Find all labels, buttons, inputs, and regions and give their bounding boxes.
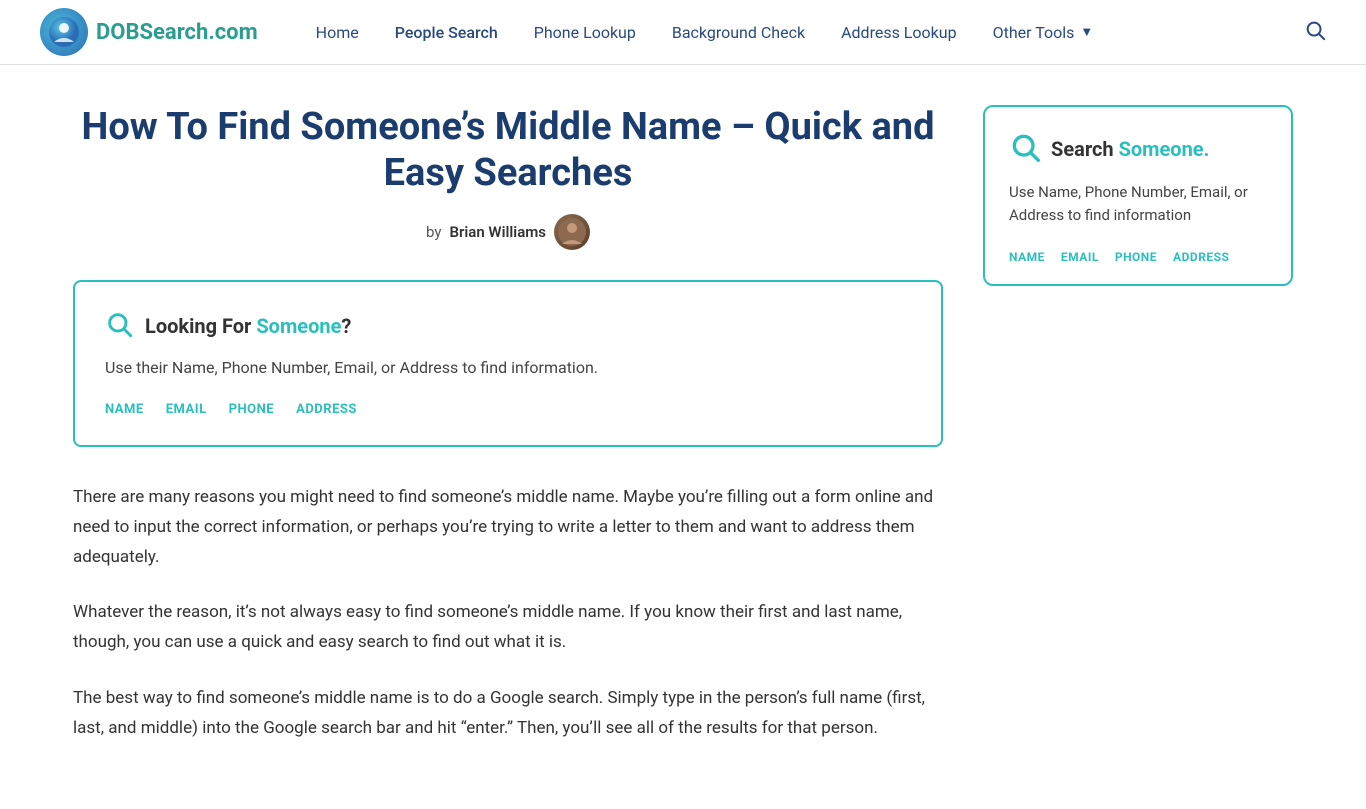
nav-address-lookup[interactable]: Address Lookup (823, 15, 975, 50)
main-nav: DOBSearch.com Home People Search Phone L… (0, 0, 1366, 65)
sidebar-search-icon (1009, 131, 1041, 167)
page-layout: How To Find Someone’s Middle Name – Quic… (33, 65, 1333, 809)
sidebar-tab-phone[interactable]: PHONE (1115, 250, 1157, 264)
nav-phone-lookup[interactable]: Phone Lookup (516, 15, 654, 50)
search-icon[interactable] (1304, 19, 1326, 46)
sidebar-tab-name[interactable]: NAME (1009, 250, 1045, 264)
paragraph-1: There are many reasons you might need to… (73, 483, 943, 572)
sidebar-search-card: Search Someone. Use Name, Phone Number, … (983, 105, 1293, 286)
nav-people-search[interactable]: People Search (377, 15, 516, 50)
page-title: How To Find Someone’s Middle Name – Quic… (73, 105, 943, 196)
search-tabs: NAME EMAIL PHONE ADDRESS (105, 402, 911, 417)
main-content: How To Find Someone’s Middle Name – Quic… (73, 105, 943, 769)
author-name: Brian Williams (449, 223, 546, 241)
search-box-header: Looking For Someone? (105, 310, 911, 342)
sidebar-tab-email[interactable]: EMAIL (1061, 250, 1099, 264)
chevron-down-icon: ▼ (1080, 24, 1093, 40)
nav-home[interactable]: Home (298, 15, 377, 50)
search-tab-name[interactable]: NAME (105, 402, 144, 417)
search-tab-address[interactable]: ADDRESS (296, 402, 357, 417)
sidebar-tab-address[interactable]: ADDRESS (1173, 250, 1229, 264)
search-box-description: Use their Name, Phone Number, Email, or … (105, 356, 911, 380)
logo-text: DOBSearch.com (96, 20, 258, 45)
author-prefix: by (426, 223, 441, 241)
search-tab-email[interactable]: EMAIL (166, 402, 207, 417)
sidebar-card-description: Use Name, Phone Number, Email, or Addres… (1009, 181, 1267, 228)
sidebar-card-header: Search Someone. (1009, 131, 1267, 167)
nav-other-tools[interactable]: Other Tools ▼ (975, 15, 1112, 50)
logo-icon (40, 8, 88, 56)
sidebar: Search Someone. Use Name, Phone Number, … (983, 105, 1293, 769)
logo-link[interactable]: DOBSearch.com (40, 8, 258, 56)
article-body: There are many reasons you might need to… (73, 483, 943, 743)
sidebar-card-title: Search Someone. (1051, 137, 1209, 161)
author-line: by Brian Williams (73, 214, 943, 250)
search-tab-phone[interactable]: PHONE (229, 402, 275, 417)
search-icon (105, 310, 133, 342)
search-box-title: Looking For Someone? (145, 314, 351, 338)
paragraph-2: Whatever the reason, it’s not always eas… (73, 598, 943, 658)
search-widget: Looking For Someone? Use their Name, Pho… (73, 280, 943, 447)
nav-background-check[interactable]: Background Check (654, 15, 823, 50)
avatar (554, 214, 590, 250)
sidebar-search-tabs: NAME EMAIL PHONE ADDRESS (1009, 250, 1267, 264)
nav-links: Home People Search Phone Lookup Backgrou… (298, 15, 1304, 50)
paragraph-3: The best way to find someone’s middle na… (73, 684, 943, 744)
